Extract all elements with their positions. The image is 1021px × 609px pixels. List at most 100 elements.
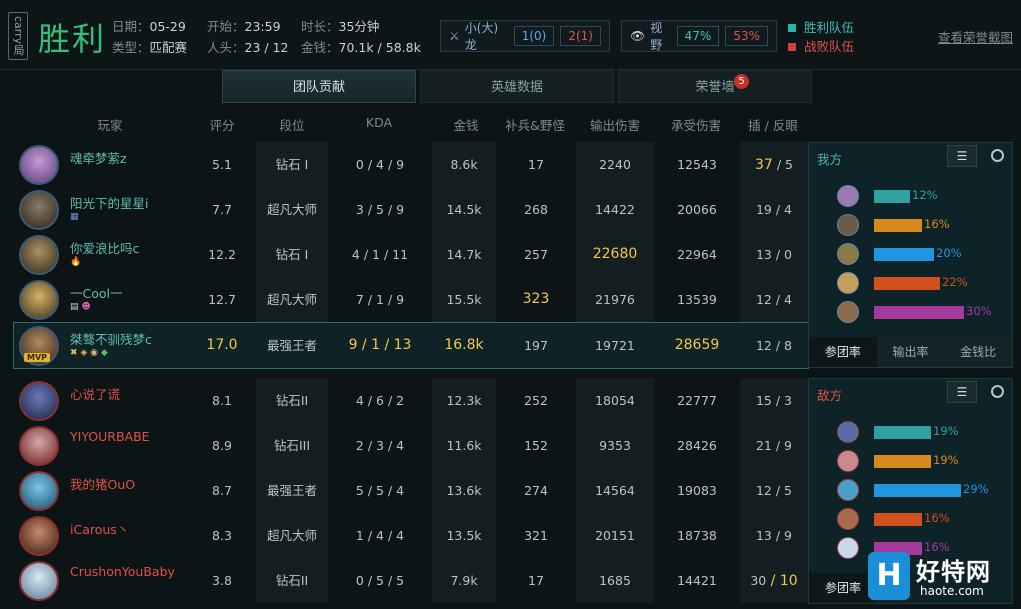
table-row[interactable]: 你爱浪比吗c 🔥 12.2 钻石 I 4 / 1 / 11 14.7k 257 …: [14, 232, 808, 277]
bar-fill: [874, 277, 940, 290]
hero-icon: [837, 272, 859, 294]
hero-icon: [837, 450, 859, 472]
watermark-url: haote.com: [920, 584, 984, 598]
toggle-circle-icon[interactable]: [991, 385, 1004, 398]
hero-icon: [837, 301, 859, 323]
sort-icon: ☰: [956, 385, 968, 399]
bar-pct: 19%: [933, 424, 959, 438]
bar-pct: 29%: [963, 482, 989, 496]
sort-button[interactable]: ☰: [947, 145, 977, 167]
lose-square-icon: [788, 43, 796, 51]
dragon-lose: 2(1): [560, 26, 601, 46]
bar-fill: [874, 306, 964, 319]
team-legend: 胜利队伍 战败队伍: [788, 18, 854, 56]
tab-hero-data[interactable]: 英雄数据: [420, 70, 614, 103]
enemy-team: 心说了谎 8.1 钻石II 4 / 6 / 2 12.3k 252 18054 …: [14, 378, 808, 604]
match-info-2: 开始：23:59 人头：23 / 12: [207, 19, 289, 55]
player-name[interactable]: 我的猪OuO: [70, 474, 135, 493]
ally-panel-title: 我方: [817, 152, 843, 167]
table-row[interactable]: 一Cool一 ▤ ☻ 12.7 超凡大师 7 / 1 / 9 15.5k 323…: [14, 277, 808, 322]
match-gold: 70.1k / 58.8k: [338, 40, 421, 55]
table-row-mvp[interactable]: MVP 桀骜不驯残梦c ✖ ◈ ◉ ◆ 17.0 最强王者 9 / 1 / 13…: [13, 322, 809, 369]
vision-lose: 53%: [725, 26, 768, 46]
player-name[interactable]: 心说了谎: [70, 384, 120, 403]
avatar[interactable]: [19, 190, 59, 230]
win-square-icon: [788, 24, 796, 32]
player-name[interactable]: 一Cool一: [70, 283, 123, 302]
bar-fill: [874, 426, 931, 439]
bar-fill: [874, 190, 910, 203]
watermark-text: 好特网: [916, 558, 991, 586]
swords-icon: ⚔: [449, 29, 460, 43]
table-row[interactable]: 魂牵梦萦z 5.1 钻石 I 0 / 4 / 9 8.6k 17 2240 12…: [14, 142, 808, 187]
table-row[interactable]: 阳光下的星星i ▦ 7.7 超凡大师 3 / 5 / 9 14.5k 268 1…: [14, 187, 808, 232]
table-row[interactable]: iCarous丶 8.3 超凡大师 1 / 4 / 4 13.5k 321 20…: [14, 513, 808, 558]
bar-fill: [874, 219, 922, 232]
avatar[interactable]: [19, 381, 59, 421]
match-kills: 23 / 12: [244, 40, 289, 55]
tab-contribution[interactable]: 团队贡献: [222, 70, 416, 103]
ally-panel: 我方 ☰ 12% 16% 20% 22% 30% 参团率 输出率 金钱比: [808, 142, 1013, 368]
match-result: 胜利: [38, 20, 107, 58]
dragon-win: 1(0): [513, 26, 555, 46]
tab-participation[interactable]: 参团率: [809, 337, 877, 367]
bar-pct: 12%: [912, 188, 938, 202]
eye-icon: 👁: [630, 29, 646, 43]
avatar[interactable]: [19, 471, 59, 511]
hero-icon: [837, 421, 859, 443]
hero-icon: [837, 214, 859, 236]
bar-fill: [874, 513, 922, 526]
dragon-box: ⚔ 小(大)龙 1(0) 2(1): [440, 20, 610, 52]
bar-pct: 22%: [942, 275, 968, 289]
avatar[interactable]: [19, 145, 59, 185]
bar-pct: 30%: [966, 304, 992, 318]
watermark: H 好特网 haote.com: [868, 552, 1018, 606]
match-duration: 35分钟: [338, 19, 380, 34]
vision-win: 47%: [676, 26, 720, 46]
player-name[interactable]: 桀骜不驯残梦c: [70, 329, 152, 348]
tab-bar: 团队贡献 英雄数据 荣誉墙 5: [222, 70, 816, 103]
achievement-icon: ▤ ☻: [70, 302, 91, 312]
table-row[interactable]: 我的猪OuO 8.7 最强王者 5 / 5 / 4 13.6k 274 1456…: [14, 468, 808, 513]
table-row[interactable]: CrushonYouBaby 3.8 钻石II 0 / 5 / 5 7.9k 1…: [14, 558, 808, 603]
table-row[interactable]: YIYOURBABE 8.9 钻石III 2 / 3 / 4 11.6k 152…: [14, 423, 808, 468]
match-type: 匹配赛: [149, 40, 188, 55]
avatar[interactable]: [19, 280, 59, 320]
match-info-1: 日期：05-29 类型：匹配赛: [112, 19, 188, 55]
avatar[interactable]: [19, 426, 59, 466]
tab-damage-rate[interactable]: 输出率: [876, 337, 945, 367]
mvp-badge: MVP: [24, 353, 51, 362]
player-name[interactable]: iCarous丶: [70, 519, 129, 538]
player-name[interactable]: 阳光下的星星i: [70, 193, 148, 212]
tab-participation[interactable]: 参团率: [809, 573, 877, 603]
tab-honor-wall[interactable]: 荣誉墙 5: [618, 70, 812, 103]
watermark-logo: H: [868, 552, 910, 600]
player-name[interactable]: CrushonYouBaby: [70, 564, 175, 579]
hero-icon: [837, 243, 859, 265]
bar-pct: 19%: [933, 453, 959, 467]
avatar[interactable]: [19, 516, 59, 556]
hero-icon: [837, 185, 859, 207]
tab-gold-ratio[interactable]: 金钱比: [944, 337, 1013, 367]
bar-pct: 16%: [924, 511, 950, 525]
bar-fill: [874, 455, 931, 468]
ally-team: 魂牵梦萦z 5.1 钻石 I 0 / 4 / 9 8.6k 17 2240 12…: [13, 142, 809, 369]
hero-icon: [837, 479, 859, 501]
avatar[interactable]: [19, 235, 59, 275]
match-start: 23:59: [244, 19, 281, 34]
sort-button[interactable]: ☰: [947, 381, 977, 403]
player-name[interactable]: 你爱浪比吗c: [70, 238, 139, 257]
toggle-circle-icon[interactable]: [991, 149, 1004, 162]
match-info-3: 时长：35分钟 金钱：70.1k / 58.8k: [301, 19, 421, 55]
sort-icon: ☰: [956, 149, 968, 163]
match-date: 05-29: [149, 19, 186, 34]
table-row[interactable]: 心说了谎 8.1 钻石II 4 / 6 / 2 12.3k 252 18054 …: [14, 378, 808, 423]
enemy-panel-title: 敌方: [817, 388, 843, 403]
player-name[interactable]: 魂牵梦萦z: [70, 148, 127, 167]
player-name[interactable]: YIYOURBABE: [70, 429, 150, 444]
screenshot-link[interactable]: 查看荣誉截图: [938, 27, 1013, 46]
hero-icon: [837, 537, 859, 559]
avatar[interactable]: [19, 561, 59, 601]
bar-pct: 20%: [936, 246, 962, 260]
bar-pct: 16%: [924, 217, 950, 231]
